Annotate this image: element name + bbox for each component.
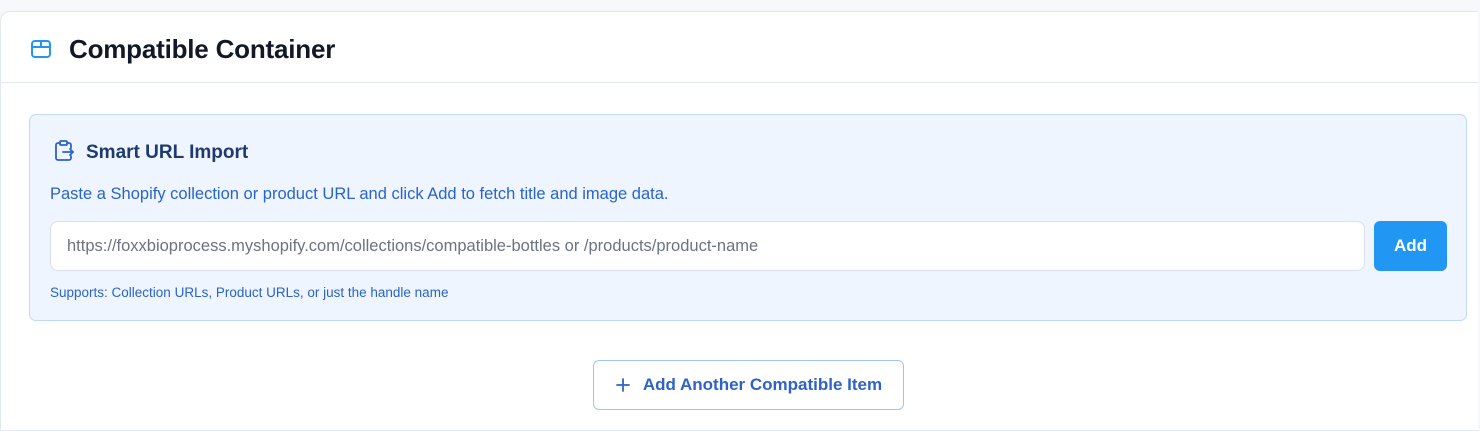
- add-url-button[interactable]: Add: [1374, 221, 1447, 271]
- supports-hint: Supports: Collection URLs, Product URLs,…: [50, 285, 449, 300]
- page-title: Compatible Container: [69, 34, 336, 64]
- package-icon: [30, 38, 52, 60]
- card-header: Compatible Container: [1, 12, 1478, 83]
- plus-icon: [615, 377, 631, 393]
- url-input[interactable]: [50, 221, 1365, 271]
- smart-import-description: Paste a Shopify collection or product UR…: [50, 185, 669, 203]
- add-another-item-button[interactable]: Add Another Compatible Item: [593, 360, 904, 410]
- compatible-container-card: Compatible Container Smart URL Import Pa…: [0, 11, 1478, 431]
- smart-import-title: Smart URL Import: [86, 142, 249, 163]
- smart-url-import-panel: Smart URL Import Paste a Shopify collect…: [29, 114, 1467, 321]
- clipboard-import-icon: [52, 139, 76, 163]
- add-another-item-label: Add Another Compatible Item: [642, 375, 883, 394]
